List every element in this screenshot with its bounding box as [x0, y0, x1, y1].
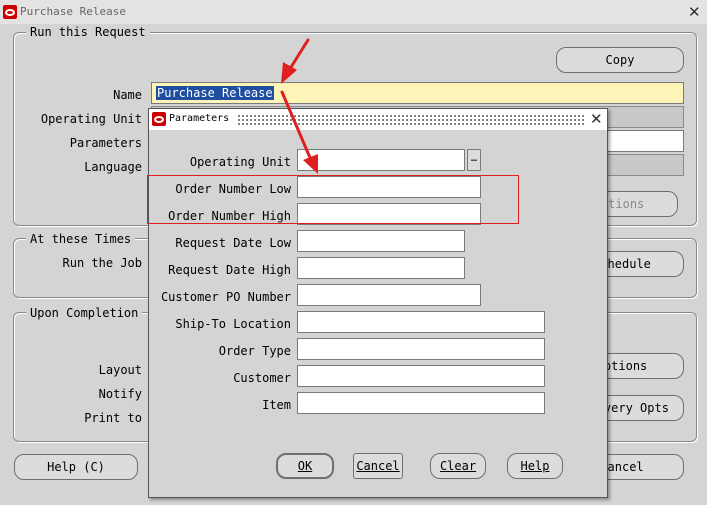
arrow-to-operating-unit-head [303, 154, 318, 174]
arrow-to-operating-unit-line [280, 90, 313, 162]
annotation-arrows [280, 38, 318, 174]
arrow-to-name-head [281, 62, 297, 84]
